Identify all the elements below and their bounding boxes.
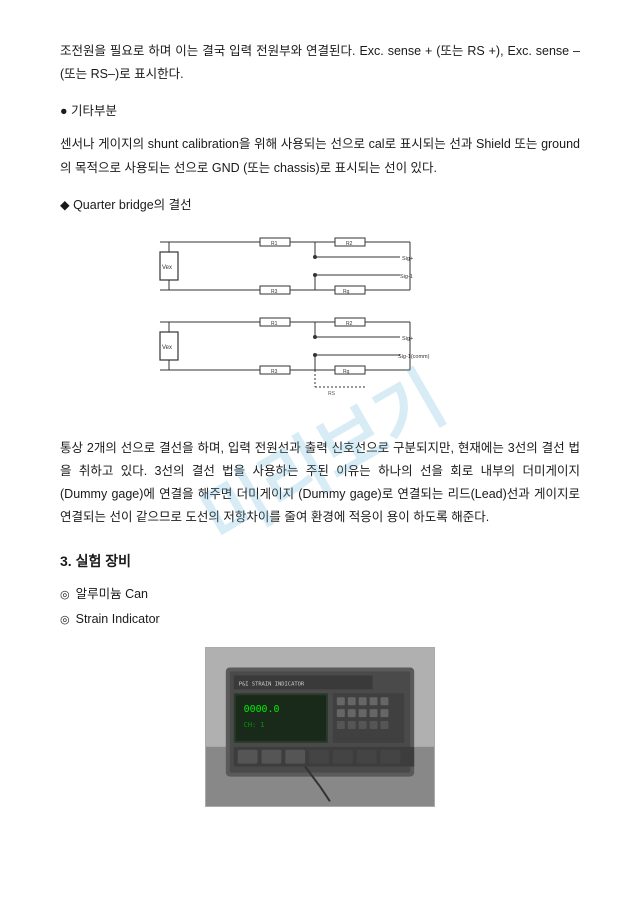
svg-text:R2: R2	[346, 321, 353, 327]
svg-text:R2: R2	[346, 241, 353, 247]
bullet-other-text: ● 기타부분	[60, 100, 117, 123]
bullet-other-header: ● 기타부분	[60, 100, 580, 123]
svg-text:CH: 1: CH: 1	[244, 721, 265, 729]
svg-text:0000.0: 0000.0	[244, 704, 280, 715]
bullet-circle-2: ◎	[60, 610, 70, 630]
content: 조전원을 필요로 하며 이는 결국 입력 전원부와 연결된다. Exc. sen…	[60, 40, 580, 807]
svg-text:Vex: Vex	[162, 265, 172, 271]
svg-text:RS: RS	[328, 391, 336, 397]
diamond-section-header: ◆ Quarter bridge의 결선	[60, 194, 580, 217]
svg-text:Rg: Rg	[343, 369, 350, 375]
svg-text:Sig-1(comm): Sig-1(comm)	[398, 354, 430, 360]
svg-text:R3: R3	[271, 369, 278, 375]
device-photo: P&I STRAIN INDICATOR 0000.0 CH: 1	[205, 647, 435, 807]
equipment-list: ◎ 알루미늄 Can ◎ Strain Indicator	[60, 583, 580, 631]
svg-text:Rg: Rg	[343, 289, 350, 295]
other-paragraph: 센서나 게이지의 shunt calibration을 위해 사용되는 선으로 …	[60, 133, 580, 179]
circuit-diagram-area: Vex R1 R2 R3	[60, 232, 580, 417]
intro-paragraph: 조전원을 필요로 하며 이는 결국 입력 전원부와 연결된다. Exc. sen…	[60, 40, 580, 86]
svg-text:Sig-1: Sig-1	[400, 274, 413, 280]
section3-heading: 3. 실험 장비	[60, 551, 580, 571]
svg-text:Sig+: Sig+	[402, 256, 413, 262]
circuit-svg-wrapper: Vex R1 R2 R3	[150, 232, 490, 417]
svg-text:Vex: Vex	[162, 345, 172, 351]
equipment-item-2-label: Strain Indicator	[76, 608, 160, 631]
svg-text:Sig+: Sig+	[402, 336, 413, 342]
bullet-circle-1: ◎	[60, 585, 70, 605]
photo-container: P&I STRAIN INDICATOR 0000.0 CH: 1	[60, 647, 580, 807]
main-paragraph: 통상 2개의 선으로 결선을 하며, 입력 전원선과 출력 신호선으로 구분되지…	[60, 437, 580, 530]
equipment-item-1: ◎ 알루미늄 Can	[60, 583, 580, 606]
equipment-item-1-label: 알루미늄 Can	[76, 583, 148, 606]
svg-text:R1: R1	[271, 241, 278, 247]
svg-text:R3: R3	[271, 289, 278, 295]
page: 미리보기 조전원을 필요로 하며 이는 결국 입력 전원부와 연결된다. Exc…	[0, 0, 640, 905]
svg-text:P&I STRAIN INDICATOR: P&I STRAIN INDICATOR	[239, 681, 305, 687]
svg-text:R1: R1	[271, 321, 278, 327]
other-section: ● 기타부분	[60, 100, 580, 123]
equipment-item-2: ◎ Strain Indicator	[60, 608, 580, 631]
